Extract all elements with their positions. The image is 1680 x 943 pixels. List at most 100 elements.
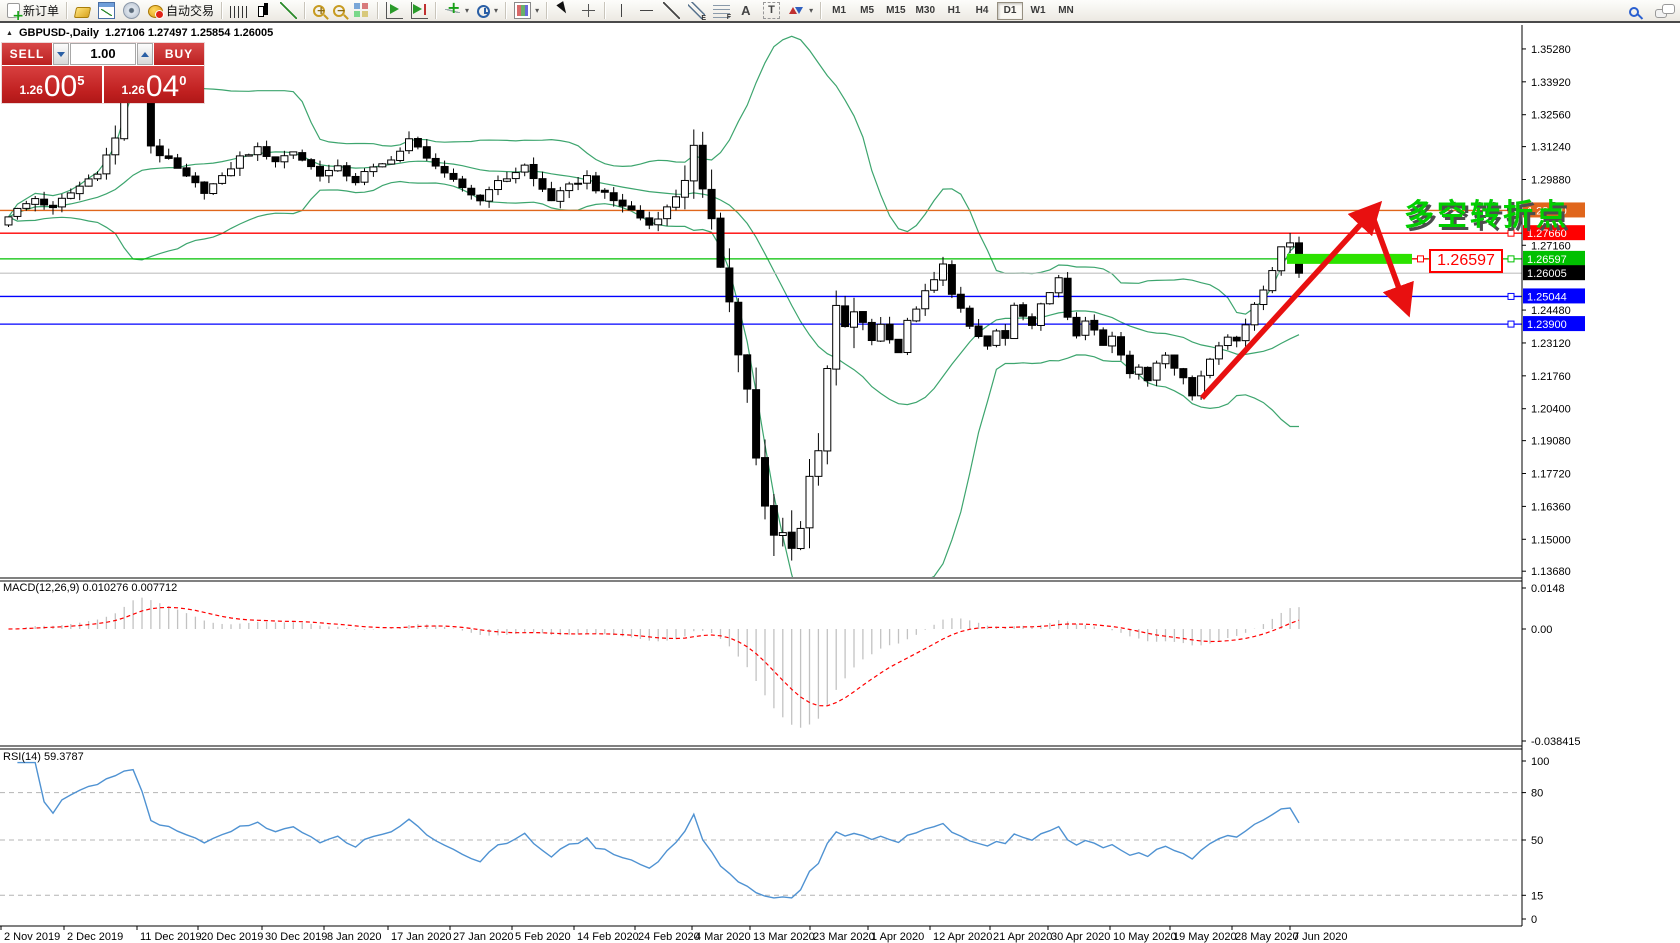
sell-button[interactable]: SELL [2,43,52,65]
tool-text-tool[interactable] [735,1,758,21]
tool-zoom-out[interactable] [330,1,348,21]
tool-zoom-in[interactable] [310,1,328,21]
rsi-axis-label: 50 [1531,835,1543,847]
tool-tile-windows[interactable] [350,1,373,21]
candle [539,172,546,192]
candle [228,162,235,176]
candlestick-mode-icon [255,2,272,19]
candle [370,164,377,177]
tool-indicators-list[interactable]: ▾ [441,1,472,21]
tool-fibonacci-tool[interactable] [710,1,733,21]
candle [966,306,973,329]
date-axis-label: 8 Jan 2020 [327,931,381,943]
candle [993,329,1000,347]
chart-canvas: 1.352801.339201.325601.312401.298801.271… [0,0,1680,943]
timeframe-h4-button[interactable]: H4 [969,2,995,20]
candle [299,150,306,162]
tool-equidistant-channel-tool[interactable] [685,1,708,21]
toolbar-separator [304,2,306,19]
tool-candlestick-mode[interactable] [252,1,275,21]
community-chat-button[interactable] [1652,1,1670,21]
timeframe-m5-button[interactable]: M5 [854,2,880,20]
date-axis-label: 17 Jan 2020 [391,931,452,943]
rsi-axis-label: 0 [1531,914,1537,926]
candle [886,317,893,344]
date-axis-label: 7 Jun 2020 [1293,931,1347,943]
candle [245,154,252,157]
timeframe-m15-button[interactable]: M15 [882,2,909,20]
buy-button[interactable]: BUY [154,43,204,65]
timeframe-h1-button[interactable]: H1 [941,2,967,20]
candle [948,260,955,298]
timeframe-w1-button[interactable]: W1 [1025,2,1051,20]
candle [1029,313,1036,329]
timeframe-mn-button[interactable]: MN [1053,2,1079,20]
volume-decrease-button[interactable] [53,43,69,65]
tool-arrows-tool[interactable]: ▾ [785,1,816,21]
date-axis-label: 11 Dec 2019 [140,931,202,943]
tool-cursor-tool[interactable] [552,1,575,21]
thick-green-level-bar[interactable] [1287,254,1412,264]
date-axis-label: 30 Dec 2019 [265,931,327,943]
tool-trendline-tool[interactable] [660,1,683,21]
tool-signals[interactable] [120,1,143,21]
tool-templates[interactable]: ▾ [511,1,542,21]
candle [530,157,537,186]
chevron-down-icon: ▾ [809,6,813,15]
date-axis-label: 1 Apr 2020 [871,931,924,943]
date-axis-label: 12 Apr 2020 [933,931,992,943]
price-axis-label: 1.19080 [1531,436,1571,448]
candle [32,196,39,211]
date-axis-label: 28 May 2020 [1235,931,1299,943]
tool-periods-list[interactable]: ▾ [474,1,501,21]
tool-new-chart[interactable] [95,1,118,21]
tool-new-order[interactable]: 新订单 [4,1,62,21]
level-line-handle[interactable] [1508,293,1514,299]
level-line-handle[interactable] [1508,256,1514,262]
macd-axis-label: 0.00 [1531,624,1552,636]
sell-price-display[interactable]: 1.26005 [2,66,102,103]
timeframe-m30-button[interactable]: M30 [912,2,939,20]
candle [931,272,938,293]
tool-bar-chart-mode[interactable] [227,1,250,21]
tool-market-watch[interactable] [72,1,93,21]
tool-text-label-tool[interactable] [760,1,783,21]
candle [503,172,510,182]
candle [290,152,297,159]
candle [94,171,101,181]
trend-arrow-up[interactable] [1202,213,1371,398]
arrows-tool-icon [788,2,805,19]
candle [14,208,21,220]
volume-input[interactable]: 1.00 [70,43,136,65]
tool-crosshair-tool[interactable] [577,1,600,21]
candle [699,132,706,198]
candle [681,165,688,209]
buy-price-display[interactable]: 1.26040 [104,66,204,103]
candle [272,157,279,168]
tool-chart-shift[interactable] [408,1,431,21]
sell-price-prefix: 1.26 [20,83,43,97]
candle [201,181,208,199]
timeframe-d1-button[interactable]: D1 [997,2,1023,20]
tool-line-chart-mode[interactable] [277,1,300,21]
turning-point-annotation[interactable]: 多空转折点 [1404,190,1569,234]
candle [735,298,742,372]
rsi-line [17,763,1299,898]
price-level-tag[interactable]: 1.26597 [1429,249,1503,273]
volume-increase-button[interactable] [137,43,153,65]
tool-vertical-line-tool[interactable] [610,1,633,21]
candle [1162,352,1169,368]
level-line-handle[interactable] [1508,321,1514,327]
tool-auto-trading[interactable]: 自动交易 [145,1,217,21]
templates-icon [514,2,531,19]
object-anchor-handle[interactable] [1418,256,1424,262]
candle [922,284,929,316]
date-axis-label: 13 Mar 2020 [753,931,815,943]
tool-auto-scroll[interactable] [383,1,406,21]
timeframe-m1-button[interactable]: M1 [826,2,852,20]
date-axis-label: 30 Apr 2020 [1051,931,1110,943]
search-button[interactable] [1626,1,1642,21]
new-chart-icon [98,2,115,19]
candle [770,494,777,556]
tool-horizontal-line-tool[interactable] [635,1,658,21]
